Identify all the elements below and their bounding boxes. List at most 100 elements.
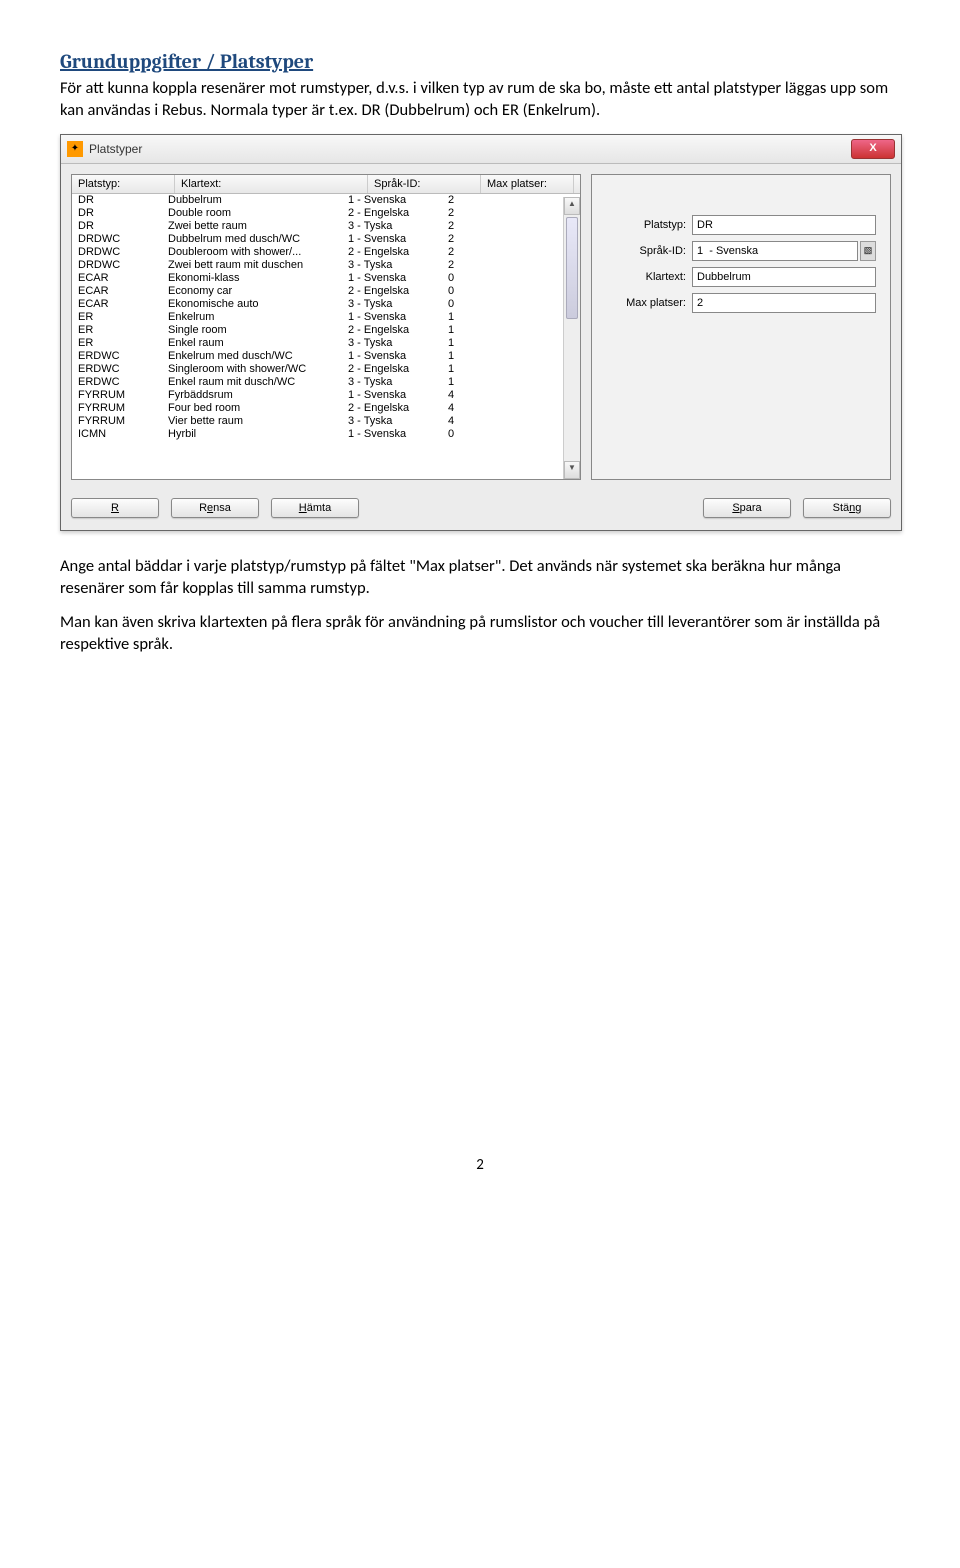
table-cell: 1 - Svenska [342, 350, 442, 363]
stang-button[interactable]: StängStäng [803, 498, 891, 518]
label-maxplatser: Max platser: [606, 297, 692, 309]
table-cell: ER [72, 311, 162, 324]
table-row[interactable]: ECAREconomy car2 - Engelska0 [72, 285, 580, 298]
table-cell: 1 - Svenska [342, 272, 442, 285]
table-cell: ECAR [72, 298, 162, 311]
scroll-up-arrow[interactable]: ▲ [564, 197, 580, 215]
platstyper-window: ✦ Platstyper X Platstyp: Klartext: Språk… [60, 134, 902, 531]
table-row[interactable]: ECAREkonomische auto3 - Tyska0 [72, 298, 580, 311]
table-row[interactable]: EREnkelrum1 - Svenska1 [72, 311, 580, 324]
table-cell: Dubbelrum med dusch/WC [162, 233, 342, 246]
table-cell: FYRRUM [72, 415, 162, 428]
table-cell: Four bed room [162, 402, 342, 415]
table-cell: DRDWC [72, 246, 162, 259]
table-cell: ERDWC [72, 350, 162, 363]
table-cell: Fyrbäddsrum [162, 389, 342, 402]
table-cell: 1 [442, 337, 522, 350]
button-bar: RRadera RensaRensa HämtaHämta SparaSpara… [61, 490, 901, 530]
table-row[interactable]: EREnkel raum3 - Tyska1 [72, 337, 580, 350]
vertical-scrollbar[interactable]: ▲ ▼ [563, 197, 580, 479]
spara-button[interactable]: SparaSpara [703, 498, 791, 518]
table-cell: Singleroom with shower/WC [162, 363, 342, 376]
table-row[interactable]: DRDWCDubbelrum med dusch/WC1 - Svenska2 [72, 233, 580, 246]
table-cell: Double room [162, 207, 342, 220]
table-row[interactable]: FYRRUMFour bed room2 - Engelska4 [72, 402, 580, 415]
table-row[interactable]: ICMNHyrbil1 - Svenska0 [72, 428, 580, 441]
label-platstyp: Platstyp: [606, 219, 692, 231]
lookup-button[interactable]: ▧ [860, 241, 876, 261]
table-cell: DR [72, 220, 162, 233]
table-cell: 4 [442, 389, 522, 402]
table-cell: Doubleroom with shower/... [162, 246, 342, 259]
section-heading: Grunduppgifter / Platstyper [60, 50, 900, 73]
scroll-down-arrow[interactable]: ▼ [564, 461, 580, 479]
table-cell: Hyrbil [162, 428, 342, 441]
table-cell: 2 - Engelska [342, 207, 442, 220]
close-button[interactable]: X [851, 139, 895, 159]
table-cell: ECAR [72, 285, 162, 298]
table-cell: 2 - Engelska [342, 402, 442, 415]
col-header-maxplatser[interactable]: Max platser: [481, 175, 574, 193]
table-cell: 1 - Svenska [342, 194, 442, 207]
table-cell: ER [72, 324, 162, 337]
table-cell: 0 [442, 272, 522, 285]
radera-button[interactable]: RRadera [71, 498, 159, 518]
table-row[interactable]: ERDWCSingleroom with shower/WC2 - Engels… [72, 363, 580, 376]
table-row[interactable]: DRDWCZwei bett raum mit duschen3 - Tyska… [72, 259, 580, 272]
hamta-button[interactable]: HämtaHämta [271, 498, 359, 518]
titlebar: ✦ Platstyper X [61, 135, 901, 164]
table-cell: 3 - Tyska [342, 298, 442, 311]
table-cell: DRDWC [72, 233, 162, 246]
table-cell: 2 - Engelska [342, 285, 442, 298]
table-cell: FYRRUM [72, 402, 162, 415]
table-row[interactable]: ECAREkonomi-klass1 - Svenska0 [72, 272, 580, 285]
col-header-platstyp[interactable]: Platstyp: [72, 175, 175, 193]
table-cell: 2 [442, 220, 522, 233]
rensa-button[interactable]: RensaRensa [171, 498, 259, 518]
table-cell: Zwei bette raum [162, 220, 342, 233]
col-header-klartext[interactable]: Klartext: [175, 175, 368, 193]
table-row[interactable]: DRDouble room2 - Engelska2 [72, 207, 580, 220]
table-cell: 3 - Tyska [342, 259, 442, 272]
grid-header: Platstyp: Klartext: Språk-ID: Max platse… [72, 175, 580, 194]
table-row[interactable]: DRDubbelrum1 - Svenska2 [72, 194, 580, 207]
table-cell: Ekonomi-klass [162, 272, 342, 285]
table-cell: DR [72, 194, 162, 207]
table-cell: ER [72, 337, 162, 350]
table-row[interactable]: ERSingle room2 - Engelska1 [72, 324, 580, 337]
table-cell: 2 [442, 246, 522, 259]
table-row[interactable]: FYRRUMFyrbäddsrum1 - Svenska4 [72, 389, 580, 402]
table-cell: ERDWC [72, 376, 162, 389]
table-cell: Dubbelrum [162, 194, 342, 207]
table-cell: Single room [162, 324, 342, 337]
table-cell: 2 - Engelska [342, 363, 442, 376]
input-sprakid[interactable] [692, 241, 858, 261]
table-cell: 1 - Svenska [342, 233, 442, 246]
window-title: Platstyper [89, 142, 142, 156]
table-cell: 1 - Svenska [342, 389, 442, 402]
table-cell: 1 [442, 311, 522, 324]
table-cell: Enkel raum mit dusch/WC [162, 376, 342, 389]
data-grid[interactable]: Platstyp: Klartext: Språk-ID: Max platse… [71, 174, 581, 480]
table-cell: 1 - Svenska [342, 428, 442, 441]
table-row[interactable]: DRDWCDoubleroom with shower/...2 - Engel… [72, 246, 580, 259]
input-platstyp[interactable] [692, 215, 876, 235]
table-cell: 2 - Engelska [342, 246, 442, 259]
table-cell: 2 [442, 194, 522, 207]
table-row[interactable]: ERDWCEnkel raum mit dusch/WC3 - Tyska1 [72, 376, 580, 389]
table-cell: Economy car [162, 285, 342, 298]
col-header-sprakid[interactable]: Språk-ID: [368, 175, 481, 193]
table-cell: DRDWC [72, 259, 162, 272]
paragraph-max-platser: Ange antal bäddar i varje platstyp/rumst… [60, 555, 900, 600]
table-cell: Enkelrum [162, 311, 342, 324]
input-maxplatser[interactable] [692, 293, 876, 313]
table-cell: DR [72, 207, 162, 220]
label-klartext: Klartext: [606, 271, 692, 283]
table-cell: 0 [442, 428, 522, 441]
table-row[interactable]: FYRRUMVier bette raum3 - Tyska4 [72, 415, 580, 428]
scroll-thumb[interactable] [566, 217, 578, 319]
input-klartext[interactable] [692, 267, 876, 287]
table-row[interactable]: ERDWCEnkelrum med dusch/WC1 - Svenska1 [72, 350, 580, 363]
table-row[interactable]: DRZwei bette raum3 - Tyska2 [72, 220, 580, 233]
table-cell: 3 - Tyska [342, 376, 442, 389]
